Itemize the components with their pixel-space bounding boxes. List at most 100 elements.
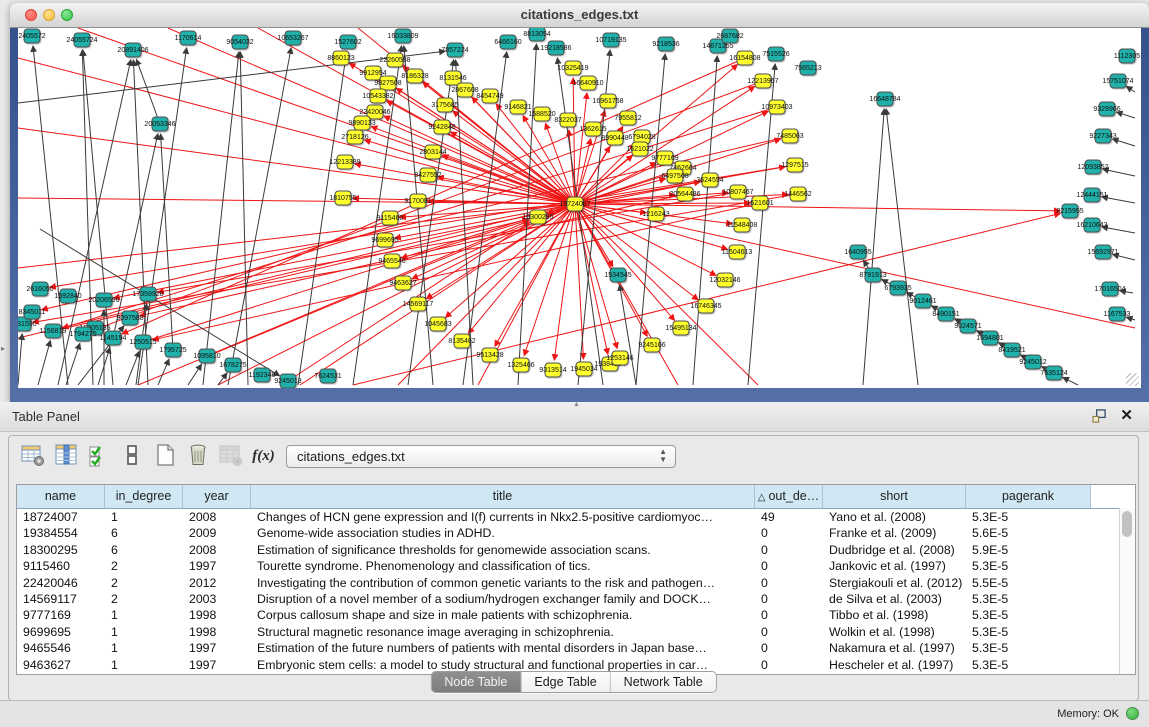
close-panel-icon[interactable]: ✕: [1120, 406, 1133, 424]
graph-node[interactable]: 20891406: [125, 43, 142, 58]
graph-node[interactable]: 1621601: [752, 196, 769, 211]
graph-node[interactable]: 1810755: [335, 191, 352, 206]
graph-node[interactable]: 10973403: [769, 100, 786, 115]
graph-node[interactable]: 9699695: [377, 233, 394, 248]
network-canvas[interactable]: 1872400718300295193845542226058899129548…: [18, 28, 1141, 388]
graph-node[interactable]: 1167533: [1109, 307, 1126, 322]
graph-node[interactable]: 7857224: [447, 43, 464, 58]
graph-node[interactable]: 1250515: [135, 335, 152, 350]
graph-node[interactable]: 3175685: [437, 98, 454, 113]
table-cell[interactable]: 1: [105, 607, 183, 623]
table-row[interactable]: 911546021997Tourette syndrome. Phenomeno…: [17, 558, 1135, 574]
table-cell[interactable]: 0: [755, 640, 823, 656]
table-cell[interactable]: 1: [105, 640, 183, 656]
table-cell[interactable]: 1997: [183, 657, 251, 673]
vertical-scrollbar[interactable]: [1119, 508, 1135, 674]
graph-node[interactable]: 1156819: [45, 324, 62, 339]
table-cell[interactable]: 5.3E-5: [966, 640, 1091, 656]
column-header-in_degree[interactable]: in_degree: [105, 485, 183, 508]
graph-node[interactable]: 8490151: [938, 307, 955, 322]
graph-node[interactable]: 8813054: [529, 28, 546, 42]
delete-column-icon[interactable]: [184, 443, 211, 469]
table-cell[interactable]: 5.5E-5: [966, 575, 1091, 591]
table-cell[interactable]: 14569117: [17, 591, 105, 607]
table-row[interactable]: 1830029562008Estimation of significance …: [17, 542, 1135, 558]
table-cell[interactable]: Yano et al. (2008): [823, 509, 966, 525]
graph-node[interactable]: 7565213: [800, 61, 817, 76]
graph-node[interactable]: 8791913: [865, 268, 882, 283]
table-settings-icon[interactable]: [19, 443, 46, 469]
table-cell[interactable]: 5.6E-5: [966, 525, 1091, 541]
resize-grip-icon[interactable]: [1126, 373, 1139, 386]
table-cell[interactable]: 1998: [183, 624, 251, 640]
graph-node[interactable]: 9245166: [644, 338, 661, 353]
graph-node[interactable]: 1095810: [199, 349, 216, 364]
graph-node[interactable]: 11504613: [729, 245, 746, 260]
table-cell[interactable]: 2008: [183, 542, 251, 558]
graph-node[interactable]: 8990448: [607, 131, 624, 146]
graph-node[interactable]: 12093852: [1085, 160, 1102, 175]
graph-node[interactable]: 22260588: [387, 53, 404, 68]
tab-edge-table[interactable]: Edge Table: [521, 672, 610, 692]
graph-node[interactable]: 8186328: [407, 69, 424, 84]
graph-node[interactable]: 1045683: [430, 317, 447, 332]
function-icon[interactable]: f(x): [250, 443, 277, 469]
scrollbar-thumb[interactable]: [1122, 511, 1132, 537]
table-cell[interactable]: 2: [105, 558, 183, 574]
graph-node[interactable]: 18300295: [530, 210, 547, 225]
graph-node[interactable]: 20206596: [96, 293, 113, 308]
table-cell[interactable]: 2003: [183, 591, 251, 607]
graph-node[interactable]: 2616050: [32, 282, 49, 297]
graph-node[interactable]: 11548408: [734, 218, 751, 233]
graph-node[interactable]: 18724007: [567, 197, 584, 212]
column-header-year[interactable]: year: [183, 485, 251, 508]
graph-node[interactable]: 17016504: [1102, 282, 1119, 297]
graph-node[interactable]: 3624554: [702, 173, 719, 188]
collapse-panel-arrow-icon[interactable]: ▸: [1, 344, 5, 353]
window-titlebar[interactable]: citations_edges.txt: [10, 3, 1149, 28]
table-cell[interactable]: Corpus callosum shape and size in male p…: [251, 607, 755, 623]
graph-node[interactable]: 9313514: [545, 363, 562, 378]
graph-node[interactable]: 9097588: [122, 311, 139, 326]
graph-node[interactable]: 2803144: [425, 145, 442, 160]
graph-node[interactable]: 12213967: [755, 74, 772, 89]
graph-node[interactable]: 9024571: [960, 319, 977, 334]
graph-node[interactable]: 9115460: [382, 211, 399, 226]
graph-node[interactable]: 1588520: [534, 107, 551, 122]
graph-node[interactable]: 16961758: [600, 94, 617, 109]
graph-node[interactable]: 9170081: [410, 194, 427, 209]
table-cell[interactable]: 1: [105, 657, 183, 673]
table-cell[interactable]: 5.3E-5: [966, 558, 1091, 574]
graph-node[interactable]: 24055724: [74, 33, 91, 48]
table-cell[interactable]: 5.3E-5: [966, 624, 1091, 640]
graph-node[interactable]: 8427552: [420, 168, 437, 183]
graph-node[interactable]: 12444151: [1084, 188, 1101, 203]
table-cell[interactable]: 9777169: [17, 607, 105, 623]
table-cell[interactable]: 0: [755, 542, 823, 558]
table-cell[interactable]: 9463627: [17, 657, 105, 673]
graph-node[interactable]: 1640955: [850, 245, 867, 260]
graph-node[interactable]: 16033809: [395, 29, 412, 44]
table-cell[interactable]: 1: [105, 509, 183, 525]
graph-node[interactable]: 1325466: [513, 358, 530, 373]
table-cell[interactable]: 0: [755, 657, 823, 673]
graph-node[interactable]: 9513428: [482, 348, 499, 363]
graph-node[interactable]: 16746345: [698, 299, 715, 314]
graph-node[interactable]: 9146821: [510, 100, 527, 115]
graph-node[interactable]: 1170614: [180, 31, 197, 46]
graph-node[interactable]: 9463627: [395, 276, 412, 291]
graph-node[interactable]: 1446562: [790, 187, 807, 202]
graph-node[interactable]: 8454749: [482, 89, 499, 104]
table-cell[interactable]: 22420046: [17, 575, 105, 591]
table-cell[interactable]: 5.3E-5: [966, 591, 1091, 607]
column-header-title[interactable]: title: [251, 485, 755, 508]
graph-node[interactable]: 20053346: [152, 117, 169, 132]
table-cell[interactable]: 9699695: [17, 624, 105, 640]
table-cell[interactable]: 9115460: [17, 558, 105, 574]
table-cell[interactable]: Estimation of the future numbers of pati…: [251, 640, 755, 656]
table-cell[interactable]: 2009: [183, 525, 251, 541]
graph-node[interactable]: 15495134: [673, 321, 690, 336]
table-cell[interactable]: Nakamura et al. (1997): [823, 640, 966, 656]
table-cell[interactable]: 1: [105, 624, 183, 640]
graph-node[interactable]: 8215955: [1062, 204, 1079, 219]
